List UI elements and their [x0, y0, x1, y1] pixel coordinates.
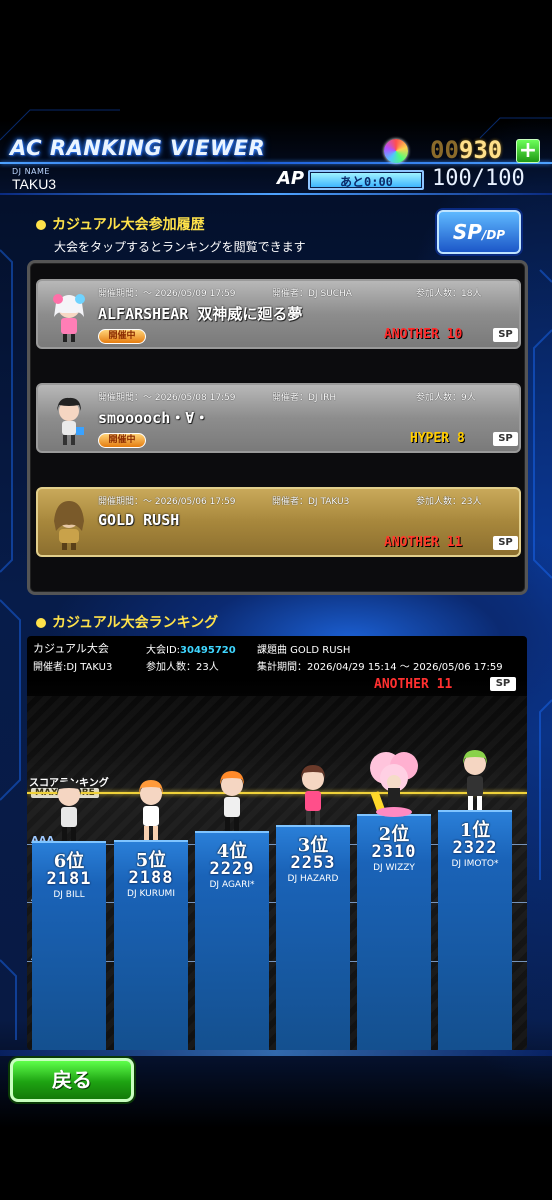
dp-label: DP — [486, 228, 506, 242]
ranking-play-style: SP — [490, 677, 516, 691]
history-subtitle: 大会をタップするとランキングを閲覧できます — [54, 240, 306, 254]
player-score: 2253 — [290, 853, 336, 873]
ap-label: AP — [277, 168, 305, 189]
player-score: 2322 — [452, 838, 498, 858]
player-dj-name: DJ AGARI* — [209, 880, 255, 890]
difficulty-label: ANOTHER 11 — [384, 535, 463, 550]
status-badge: 開催中 — [98, 329, 146, 344]
tournament-period: 開催期間：〜 2026/05/06 17:59 — [98, 497, 236, 507]
tournament-song: smooooch・∀・ — [98, 409, 210, 427]
ranking-bar: 3位 2253 DJ HAZARD — [276, 825, 350, 1050]
sp-dp-toggle-button[interactable]: SP/DP — [437, 210, 521, 254]
player-dj-name: DJ BILL — [53, 890, 85, 900]
tournament-song: ALFARSHEAR 双神威に廻る夢 — [98, 305, 303, 323]
player-score: 2181 — [46, 869, 92, 889]
host-avatar-icon — [57, 397, 84, 445]
player-dj-name: DJ KURUMI — [127, 889, 175, 899]
player-avatar-icon — [463, 750, 487, 810]
host-avatar-icon — [54, 501, 84, 550]
coin-count-value: 930 — [458, 136, 503, 164]
sp-label: SP — [452, 220, 482, 244]
tournament-card-selected[interactable]: 開催期間：〜 2026/05/06 17:59 開催者：DJ TAKU3 参加人… — [36, 487, 521, 557]
ranking-bar: 5位 2188 DJ KURUMI — [114, 840, 188, 1050]
play-style-badge: SP — [493, 432, 518, 446]
tournament-period: 開催期間：〜 2026/05/09 17:59 — [98, 289, 236, 299]
ap-gauge: あと0:00 — [308, 170, 424, 190]
player-avatar-icon — [57, 781, 81, 841]
tournament-participants: 参加人数：18人 — [416, 289, 482, 299]
song-label: 課題曲 GOLD RUSH — [257, 645, 351, 656]
player-score: 2188 — [128, 868, 174, 888]
history-heading: カジュアル大会参加履歴 — [36, 214, 205, 234]
tournament-host: 開催者：DJ IRH — [272, 393, 337, 403]
tournament-id-value: 30495720 — [180, 645, 236, 656]
ranking-bar: 1位 2322 DJ IMOTO* — [438, 810, 512, 1050]
bottom-edge-line — [0, 1050, 552, 1056]
ranking-panel: カジュアル大会 大会ID:30495720 課題曲 GOLD RUSH 開催者:… — [27, 636, 527, 1050]
ranking-heading-text: カジュアル大会ランキング — [52, 615, 219, 631]
ranking-host: 開催者:DJ TAKU3 — [33, 662, 113, 673]
tournament-id-label: 大会ID: — [146, 645, 181, 656]
player-avatar-icon — [301, 765, 325, 825]
difficulty-label: ANOTHER 10 — [384, 327, 463, 342]
host-avatar-icon — [53, 294, 85, 342]
bullet-icon — [36, 618, 46, 628]
add-coins-button[interactable]: + — [516, 139, 540, 163]
player-avatar-icon — [220, 771, 244, 831]
tournament-host: 開催者：DJ TAKU3 — [272, 497, 350, 507]
tournament-list[interactable]: 開催期間：〜 2026/05/09 17:59 開催者：DJ SUCHA 参加人… — [27, 260, 528, 595]
coin-count: 00930 — [430, 136, 502, 164]
tournament-song: GOLD RUSH — [98, 511, 180, 529]
app-screen: AC RANKING VIEWER DJ NAME TAKU3 00930 + … — [0, 0, 552, 1200]
dj-name-label: DJ NAME — [12, 167, 50, 176]
tournament-type: カジュアル大会 — [33, 642, 109, 655]
ranking-bar: 6位 2181 DJ BILL — [32, 841, 106, 1050]
tournament-card[interactable]: 開催期間：〜 2026/05/09 17:59 開催者：DJ SUCHA 参加人… — [36, 279, 521, 349]
coin-icon — [384, 139, 408, 163]
player-score: 2310 — [371, 842, 417, 862]
bullet-icon — [36, 220, 46, 230]
status-badge: 開催中 — [98, 433, 146, 448]
tournament-card[interactable]: 開催期間：〜 2026/05/08 17:59 開催者：DJ IRH 参加人数：… — [36, 383, 521, 453]
player-score: 2229 — [209, 859, 255, 879]
ranking-participants: 参加人数：23人 — [146, 662, 219, 673]
tournament-period: 開催期間：〜 2026/05/08 17:59 — [98, 393, 236, 403]
ranking-heading: カジュアル大会ランキング — [36, 612, 218, 632]
ranking-bar: 2位 2310 DJ WIZZY — [357, 814, 431, 1050]
ap-remaining-time: あと0:00 — [340, 175, 393, 189]
player-dj-name: DJ HAZARD — [287, 874, 339, 884]
tournament-participants: 参加人数：9人 — [416, 393, 476, 403]
coin-count-leading: 00 — [430, 136, 459, 164]
difficulty-label: HYPER 8 — [410, 431, 465, 446]
back-button[interactable]: 戻る — [10, 1058, 134, 1102]
player-avatar-icon — [139, 780, 163, 840]
history-heading-text: カジュアル大会参加履歴 — [52, 217, 205, 233]
header-bottom-line — [0, 193, 552, 195]
ranking-bar: 4位 2229 DJ AGARI* — [195, 831, 269, 1050]
player-dj-name: DJ IMOTO* — [451, 859, 499, 869]
ranking-period: 集計期間：2026/04/29 15:14 〜 2026/05/06 17:59 — [257, 662, 503, 673]
player-avatar-icon — [370, 752, 418, 817]
ap-value: 100/100 — [432, 166, 525, 191]
play-style-badge: SP — [493, 536, 518, 550]
tournament-participants: 参加人数：23人 — [416, 497, 482, 507]
play-style-badge: SP — [493, 328, 518, 342]
ranking-difficulty: ANOTHER 11 — [374, 677, 453, 692]
player-dj-name: DJ WIZZY — [373, 863, 415, 873]
tournament-id: 大会ID:30495720 — [146, 641, 236, 656]
app-title: AC RANKING VIEWER — [10, 136, 266, 160]
dj-name: TAKU3 — [12, 176, 57, 192]
tournament-host: 開催者：DJ SUCHA — [272, 289, 352, 299]
